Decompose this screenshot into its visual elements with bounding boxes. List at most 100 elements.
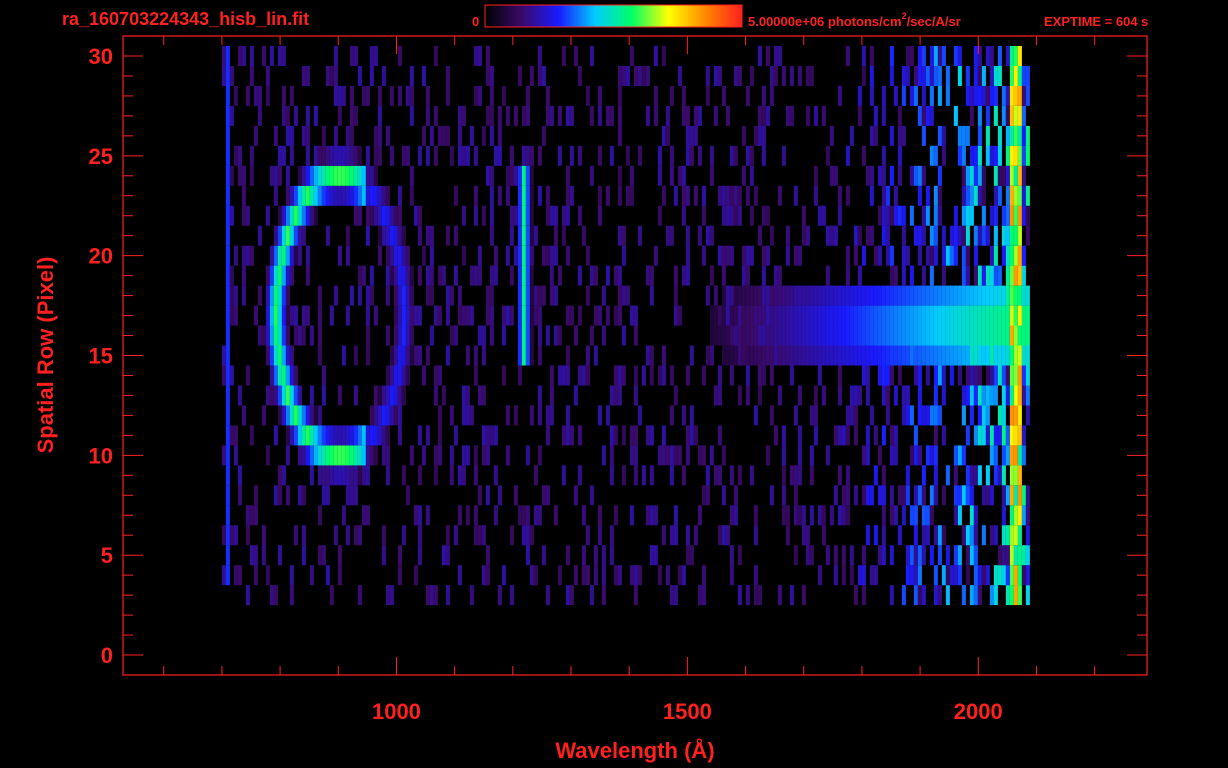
heatmap-cell bbox=[449, 325, 454, 346]
heatmap-cell bbox=[517, 365, 522, 386]
heatmap-cell bbox=[305, 185, 310, 206]
heatmap-cell bbox=[369, 285, 374, 306]
heatmap-cell bbox=[617, 385, 622, 406]
heatmap-cell bbox=[713, 66, 718, 86]
heatmap-cell bbox=[565, 345, 570, 366]
heatmap-cell bbox=[1013, 345, 1018, 366]
heatmap-cell bbox=[477, 385, 482, 406]
heatmap-cell bbox=[857, 345, 862, 366]
heatmap-cell bbox=[805, 285, 810, 306]
heatmap-cell bbox=[369, 425, 374, 446]
heatmap-cell bbox=[285, 365, 290, 386]
heatmap-cell bbox=[225, 265, 230, 286]
heatmap-cell bbox=[381, 66, 386, 86]
heatmap-cell bbox=[1009, 225, 1014, 246]
heatmap-cell bbox=[285, 245, 290, 266]
heatmap-cell bbox=[681, 165, 686, 186]
heatmap-cell bbox=[953, 565, 958, 586]
heatmap-cell bbox=[513, 105, 518, 126]
heatmap-cell bbox=[969, 205, 974, 226]
heatmap-cell bbox=[341, 145, 346, 166]
heatmap-cell bbox=[553, 205, 558, 226]
heatmap-cell bbox=[885, 385, 890, 406]
heatmap-cell bbox=[953, 345, 958, 366]
heatmap-cell bbox=[973, 225, 978, 246]
heatmap-cell bbox=[981, 205, 986, 226]
heatmap-cell bbox=[1005, 325, 1010, 346]
heatmap-cell bbox=[1017, 325, 1022, 346]
heatmap-cell bbox=[817, 565, 822, 586]
heatmap-cell bbox=[285, 225, 290, 246]
heatmap-cell bbox=[1025, 285, 1030, 306]
heatmap-cell bbox=[613, 425, 618, 446]
heatmap-cell bbox=[777, 185, 782, 206]
heatmap-cell bbox=[253, 125, 258, 146]
heatmap-cell bbox=[721, 485, 726, 506]
heatmap-cell bbox=[725, 285, 730, 306]
heatmap-cell bbox=[941, 265, 946, 286]
heatmap-cell bbox=[773, 66, 778, 86]
y-tick-label: 20 bbox=[89, 244, 113, 269]
heatmap-cell bbox=[653, 505, 658, 526]
heatmap-cell bbox=[857, 285, 862, 306]
heatmap-cell bbox=[301, 165, 306, 186]
heatmap-cell bbox=[1021, 125, 1026, 146]
heatmap-cell bbox=[961, 265, 966, 286]
heatmap-cell bbox=[917, 46, 922, 66]
heatmap-cell bbox=[1013, 365, 1018, 386]
heatmap-cell bbox=[345, 525, 350, 546]
heatmap-cell bbox=[881, 305, 886, 326]
heatmap-cell bbox=[425, 265, 430, 286]
heatmap-cell bbox=[849, 405, 854, 426]
heatmap-cell bbox=[225, 385, 230, 406]
heatmap-cell bbox=[1009, 585, 1014, 606]
heatmap-cell bbox=[321, 125, 326, 146]
heatmap-cell bbox=[945, 66, 950, 86]
heatmap-cell bbox=[305, 245, 310, 266]
heatmap-cell bbox=[397, 305, 402, 326]
heatmap-cell bbox=[549, 205, 554, 226]
heatmap-cell bbox=[1009, 525, 1014, 546]
heatmap-cell bbox=[961, 305, 966, 326]
heatmap-cell bbox=[285, 165, 290, 186]
heatmap-cell bbox=[225, 345, 230, 366]
heatmap-cell bbox=[309, 325, 314, 346]
heatmap-cell bbox=[949, 285, 954, 306]
heatmap-cell bbox=[361, 465, 366, 486]
heatmap-cell bbox=[397, 85, 402, 106]
heatmap-cell bbox=[697, 225, 702, 246]
heatmap-cell bbox=[973, 145, 978, 166]
heatmap-cell bbox=[405, 305, 410, 326]
heatmap-cell bbox=[933, 225, 938, 246]
heatmap-cell bbox=[797, 505, 802, 526]
heatmap-cell bbox=[673, 505, 678, 526]
heatmap-cell bbox=[573, 485, 578, 506]
heatmap-cell bbox=[245, 245, 250, 266]
heatmap-cell bbox=[701, 445, 706, 466]
heatmap-cell bbox=[473, 265, 478, 286]
exptime-label: EXPTIME = 604 s bbox=[1044, 14, 1148, 29]
heatmap-cell bbox=[913, 345, 918, 366]
heatmap-cell bbox=[881, 285, 886, 306]
heatmap-cell bbox=[917, 225, 922, 246]
heatmap-cell bbox=[881, 425, 886, 446]
heatmap-cell bbox=[901, 305, 906, 326]
heatmap-cell bbox=[829, 345, 834, 366]
heatmap-cell bbox=[629, 185, 634, 206]
heatmap-cell bbox=[897, 305, 902, 326]
heatmap-cell bbox=[369, 66, 374, 86]
heatmap-cell bbox=[925, 305, 930, 326]
heatmap-cell bbox=[393, 325, 398, 346]
heatmap-cell bbox=[957, 325, 962, 346]
heatmap-cell bbox=[341, 165, 346, 186]
heatmap-cell bbox=[865, 325, 870, 346]
heatmap-cell bbox=[565, 105, 570, 126]
heatmap-cell bbox=[321, 365, 326, 386]
heatmap-cell bbox=[845, 285, 850, 306]
heatmap-cell bbox=[897, 325, 902, 346]
heatmap-cell bbox=[1009, 125, 1014, 146]
heatmap-cell bbox=[785, 325, 790, 346]
heatmap-cell bbox=[705, 85, 710, 106]
heatmap-cell bbox=[489, 285, 494, 306]
heatmap-cell bbox=[305, 405, 310, 426]
